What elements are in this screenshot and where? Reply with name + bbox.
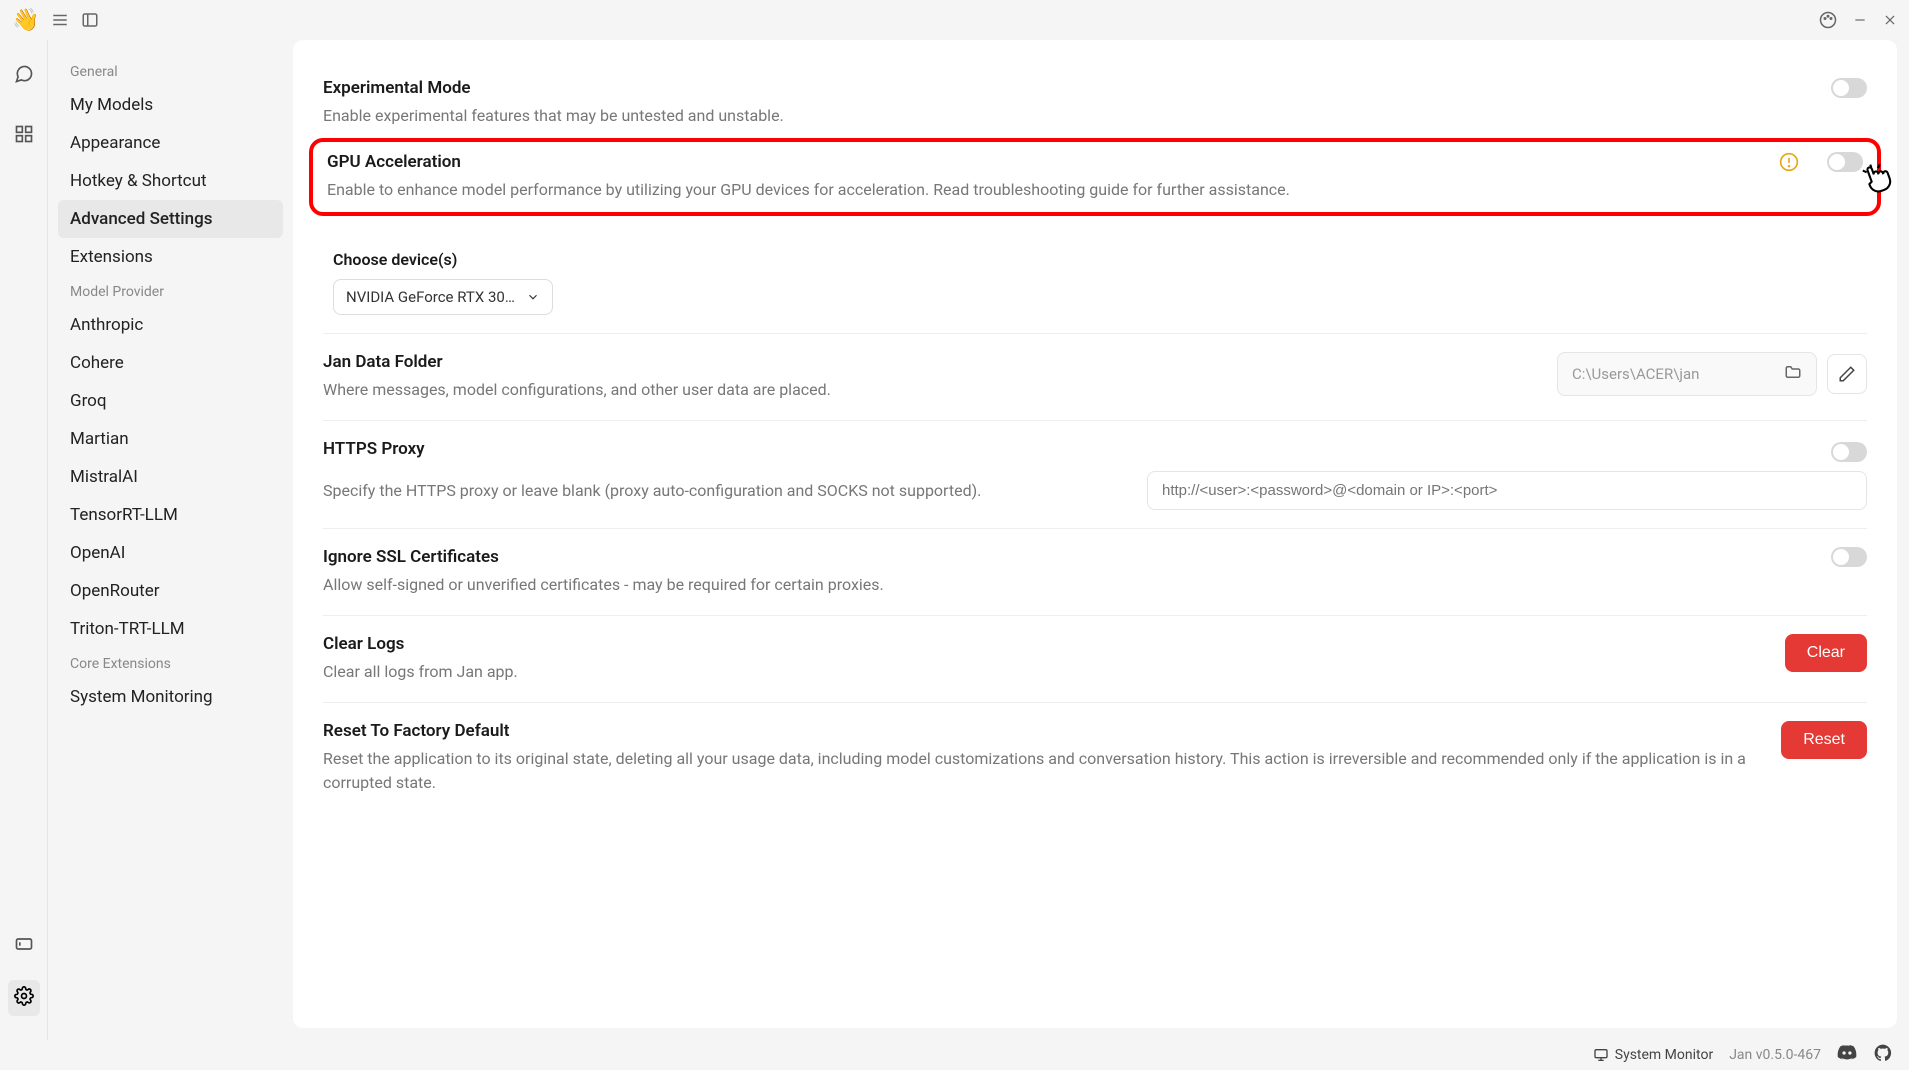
gpu-device-dropdown[interactable]: NVIDIA GeForce RTX 3050 bbox=[333, 279, 553, 315]
reset-desc: Reset the application to its original st… bbox=[323, 747, 1765, 795]
reset-button[interactable]: Reset bbox=[1781, 721, 1867, 759]
proxy-desc: Specify the HTTPS proxy or leave blank (… bbox=[323, 479, 1127, 503]
sidebar-item-anthropic[interactable]: Anthropic bbox=[58, 306, 283, 344]
ssl-desc: Allow self-signed or unverified certific… bbox=[323, 573, 1815, 597]
minimize-icon[interactable] bbox=[1853, 13, 1867, 27]
system-monitor-label: System Monitor bbox=[1615, 1047, 1713, 1063]
settings-icon[interactable] bbox=[8, 980, 40, 1016]
reset-title: Reset To Factory Default bbox=[323, 721, 1765, 741]
experimental-desc: Enable experimental features that may be… bbox=[323, 104, 1815, 128]
sidebar-item-openai[interactable]: OpenAI bbox=[58, 534, 283, 572]
sidebar-item-mistralai[interactable]: MistralAI bbox=[58, 458, 283, 496]
gpu-desc: Enable to enhance model performance by u… bbox=[327, 178, 1763, 202]
experimental-toggle[interactable] bbox=[1831, 78, 1867, 98]
sidebar-section-core-ext: Core Extensions bbox=[58, 648, 283, 678]
gpu-toggle[interactable] bbox=[1827, 152, 1863, 172]
settings-sidebar: General My Models Appearance Hotkey & Sh… bbox=[48, 40, 293, 1040]
edit-path-button[interactable] bbox=[1827, 354, 1867, 394]
proxy-toggle[interactable] bbox=[1831, 442, 1867, 462]
chevron-down-icon bbox=[526, 290, 540, 304]
datafolder-path: C:\Users\ACER\jan bbox=[1572, 365, 1774, 383]
logs-title: Clear Logs bbox=[323, 634, 1769, 654]
sidebar-item-advanced-settings[interactable]: Advanced Settings bbox=[58, 200, 283, 238]
discord-icon[interactable] bbox=[1837, 1043, 1857, 1067]
ssl-title: Ignore SSL Certificates bbox=[323, 547, 1815, 567]
version-label: Jan v0.5.0-467 bbox=[1729, 1047, 1821, 1063]
sidebar-item-hotkey[interactable]: Hotkey & Shortcut bbox=[58, 162, 283, 200]
datafolder-desc: Where messages, model configurations, an… bbox=[323, 378, 1537, 402]
local-server-icon[interactable] bbox=[8, 928, 40, 964]
settings-content: Experimental Mode Enable experimental fe… bbox=[293, 40, 1897, 1028]
choose-device-label: Choose device(s) bbox=[333, 250, 1867, 269]
experimental-title: Experimental Mode bbox=[323, 78, 1815, 98]
sidebar-item-my-models[interactable]: My Models bbox=[58, 86, 283, 124]
chat-icon[interactable] bbox=[8, 58, 40, 94]
github-icon[interactable] bbox=[1873, 1043, 1893, 1067]
sidebar-item-tensorrt-llm[interactable]: TensorRT-LLM bbox=[58, 496, 283, 534]
logs-desc: Clear all logs from Jan app. bbox=[323, 660, 1769, 684]
system-monitor-link[interactable]: System Monitor bbox=[1593, 1047, 1713, 1063]
warning-icon bbox=[1779, 152, 1799, 176]
gpu-title: GPU Acceleration bbox=[327, 152, 1763, 172]
hub-icon[interactable] bbox=[8, 118, 40, 154]
app-logo: 👋 bbox=[12, 8, 39, 33]
proxy-input[interactable] bbox=[1147, 471, 1867, 510]
sidebar-item-groq[interactable]: Groq bbox=[58, 382, 283, 420]
palette-icon[interactable] bbox=[1819, 11, 1837, 29]
sidebar-item-triton-trt-llm[interactable]: Triton-TRT-LLM bbox=[58, 610, 283, 648]
ssl-toggle[interactable] bbox=[1831, 547, 1867, 567]
sidebar-item-cohere[interactable]: Cohere bbox=[58, 344, 283, 382]
menu-icon[interactable] bbox=[51, 11, 69, 29]
sidebar-item-system-monitoring[interactable]: System Monitoring bbox=[58, 678, 283, 716]
datafolder-title: Jan Data Folder bbox=[323, 352, 1537, 372]
sidebar-section-general: General bbox=[58, 56, 283, 86]
sidebar-item-extensions[interactable]: Extensions bbox=[58, 238, 283, 276]
gpu-device-selected: NVIDIA GeForce RTX 3050 bbox=[346, 288, 518, 306]
sidebar-item-appearance[interactable]: Appearance bbox=[58, 124, 283, 162]
proxy-title: HTTPS Proxy bbox=[323, 439, 425, 459]
folder-icon[interactable] bbox=[1784, 363, 1802, 385]
clear-logs-button[interactable]: Clear bbox=[1785, 634, 1867, 672]
sidebar-item-openrouter[interactable]: OpenRouter bbox=[58, 572, 283, 610]
sidebar-item-martian[interactable]: Martian bbox=[58, 420, 283, 458]
sidebar-section-model-provider: Model Provider bbox=[58, 276, 283, 306]
gpu-acceleration-highlight: GPU Acceleration Enable to enhance model… bbox=[309, 138, 1881, 216]
panel-toggle-icon[interactable] bbox=[81, 11, 99, 29]
close-icon[interactable] bbox=[1883, 13, 1897, 27]
